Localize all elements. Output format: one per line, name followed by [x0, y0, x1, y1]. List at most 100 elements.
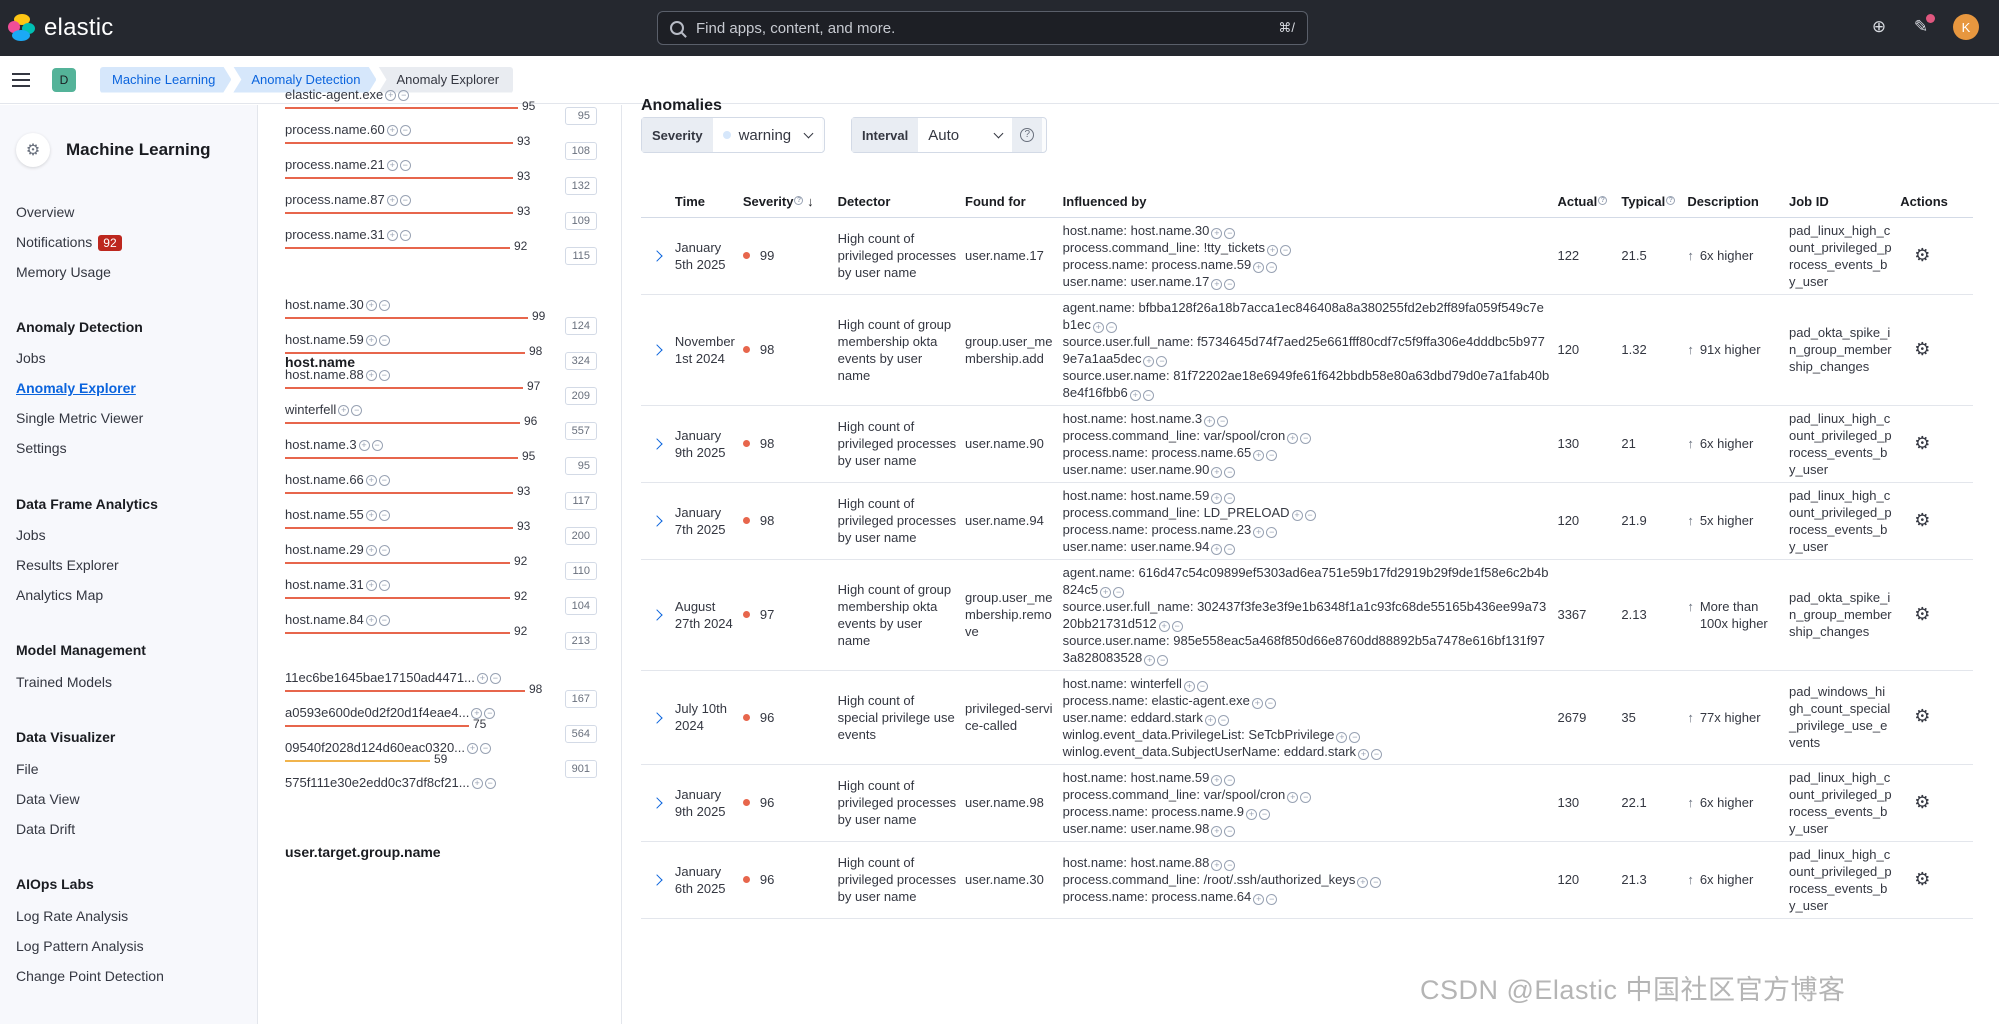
sidebar-item-overview[interactable]: Overview [16, 204, 74, 220]
filter-in-icon[interactable]: + [1336, 731, 1348, 743]
sidebar-item-data-drift[interactable]: Data Drift [16, 821, 75, 837]
sidebar-item-analytics-map[interactable]: Analytics Map [16, 587, 103, 603]
sidebar-item-results-explorer[interactable]: Results Explorer [16, 557, 119, 573]
filter-in-icon[interactable]: + [365, 580, 377, 591]
influencer-value[interactable]: process.name.60 [285, 122, 385, 137]
filter-out-icon[interactable]: − [1224, 227, 1236, 239]
filter-in-icon[interactable]: + [386, 195, 398, 206]
filter-out-icon[interactable]: − [1349, 731, 1361, 743]
influencer-value[interactable]: host.name.3 [285, 437, 357, 452]
filter-out-icon[interactable]: − [1224, 492, 1236, 504]
filter-in-icon[interactable]: + [1183, 680, 1195, 692]
filter-out-icon[interactable]: − [1371, 748, 1383, 760]
filter-out-icon[interactable]: − [489, 673, 501, 684]
influencer-value[interactable]: process.name.87 [285, 192, 385, 207]
gear-icon[interactable]: ⚙ [1914, 793, 1930, 811]
filter-in-icon[interactable]: + [1211, 774, 1223, 786]
filter-in-icon[interactable]: + [386, 160, 398, 171]
influencer-value[interactable]: host.name.59 [285, 332, 364, 347]
expand-cell[interactable] [641, 559, 671, 671]
sidebar-item-log-pattern-analysis[interactable]: Log Pattern Analysis [16, 938, 144, 954]
chevron-right-icon[interactable] [651, 515, 663, 527]
filter-in-icon[interactable]: + [1287, 791, 1299, 803]
filter-in-icon[interactable]: + [1211, 825, 1223, 837]
influencer-value[interactable]: process.name.31 [285, 227, 385, 242]
gear-icon[interactable]: ⚙ [1914, 605, 1930, 623]
filter-in-icon[interactable]: + [476, 673, 488, 684]
filter-out-icon[interactable]: − [378, 545, 390, 556]
influencer-value[interactable]: host.name.66 [285, 472, 364, 487]
filter-in-icon[interactable]: + [365, 475, 377, 486]
news-feed-icon[interactable]: ✎ [1911, 14, 1935, 37]
expand-cell[interactable] [641, 482, 671, 560]
influencer-value[interactable]: host.name.29 [285, 542, 364, 557]
filter-out-icon[interactable]: − [1224, 825, 1236, 837]
chevron-right-icon[interactable] [651, 797, 663, 809]
col-time[interactable]: Time [670, 187, 739, 218]
severity-select[interactable]: warning [712, 118, 823, 152]
col-found-for[interactable]: Found for [961, 187, 1059, 218]
expand-cell[interactable] [641, 670, 671, 765]
influencer-value[interactable]: 11ec6be1645bae17150ad4471... [285, 670, 475, 685]
filter-out-icon[interactable]: − [1370, 877, 1382, 888]
filter-in-icon[interactable]: + [386, 125, 398, 136]
filter-out-icon[interactable]: − [378, 335, 390, 346]
filter-in-icon[interactable]: + [365, 615, 377, 626]
expand-cell[interactable] [641, 764, 671, 842]
filter-in-icon[interactable]: + [1204, 415, 1216, 427]
filter-out-icon[interactable]: − [1266, 261, 1278, 273]
filter-out-icon[interactable]: − [1259, 808, 1271, 820]
filter-in-icon[interactable]: + [1211, 543, 1223, 555]
filter-out-icon[interactable]: − [1224, 278, 1236, 290]
filter-out-icon[interactable]: − [1113, 586, 1125, 598]
filter-out-icon[interactable]: − [399, 160, 411, 171]
filter-in-icon[interactable]: + [365, 370, 377, 381]
breadcrumb-machine-learning[interactable]: Machine Learning [100, 67, 231, 93]
filter-out-icon[interactable]: − [1304, 509, 1316, 521]
filter-in-icon[interactable]: + [1211, 860, 1223, 871]
expand-cell[interactable] [641, 841, 671, 919]
space-selector[interactable]: D [52, 67, 76, 92]
filter-in-icon[interactable]: + [1357, 877, 1369, 888]
filter-in-icon[interactable]: + [365, 335, 377, 346]
filter-out-icon[interactable]: − [484, 778, 496, 789]
col-actual[interactable]: Actual? [1553, 187, 1618, 218]
filter-out-icon[interactable]: − [1266, 894, 1278, 905]
gear-icon[interactable]: ⚙ [1914, 434, 1930, 452]
influencer-value[interactable]: elastic-agent.exe [285, 87, 383, 102]
col-detector[interactable]: Detector [833, 187, 962, 218]
help-icon[interactable]: ⊕ [1869, 17, 1889, 37]
filter-out-icon[interactable]: − [1142, 389, 1154, 401]
expand-cell[interactable] [641, 405, 671, 483]
filter-out-icon[interactable]: − [1279, 244, 1291, 256]
filter-out-icon[interactable]: − [399, 230, 411, 241]
filter-in-icon[interactable]: + [1143, 355, 1155, 367]
gear-icon[interactable]: ⚙ [1914, 246, 1930, 264]
filter-in-icon[interactable]: + [365, 545, 377, 556]
filter-in-icon[interactable]: + [1246, 808, 1258, 820]
influencer-value[interactable]: host.name.88 [285, 367, 364, 382]
filter-in-icon[interactable]: + [1251, 697, 1263, 709]
interval-select[interactable]: Auto [918, 118, 1013, 152]
search-input[interactable] [696, 19, 1256, 37]
filter-out-icon[interactable]: − [378, 580, 390, 591]
chevron-right-icon[interactable] [651, 609, 663, 621]
filter-in-icon[interactable]: + [365, 510, 377, 521]
elastic-logo[interactable]: elastic [8, 14, 208, 42]
filter-in-icon[interactable]: + [1211, 466, 1223, 478]
filter-out-icon[interactable]: − [398, 90, 410, 101]
col-typical[interactable]: Typical? [1617, 187, 1684, 218]
filter-in-icon[interactable]: + [1144, 654, 1156, 666]
filter-out-icon[interactable]: − [378, 300, 390, 311]
filter-out-icon[interactable]: − [1171, 620, 1183, 632]
filter-in-icon[interactable]: + [1211, 278, 1223, 290]
filter-in-icon[interactable]: + [338, 405, 350, 416]
filter-in-icon[interactable]: + [1211, 227, 1223, 239]
menu-icon[interactable] [12, 72, 30, 87]
filter-in-icon[interactable]: + [385, 90, 397, 101]
filter-out-icon[interactable]: − [378, 510, 390, 521]
filter-in-icon[interactable]: + [358, 440, 370, 451]
table-row[interactable]: January 9th 2025 98 High count of privileg… [641, 405, 1973, 483]
influencer-value[interactable]: host.name.30 [285, 297, 364, 312]
sidebar-item-ad-jobs[interactable]: Jobs [16, 350, 46, 366]
